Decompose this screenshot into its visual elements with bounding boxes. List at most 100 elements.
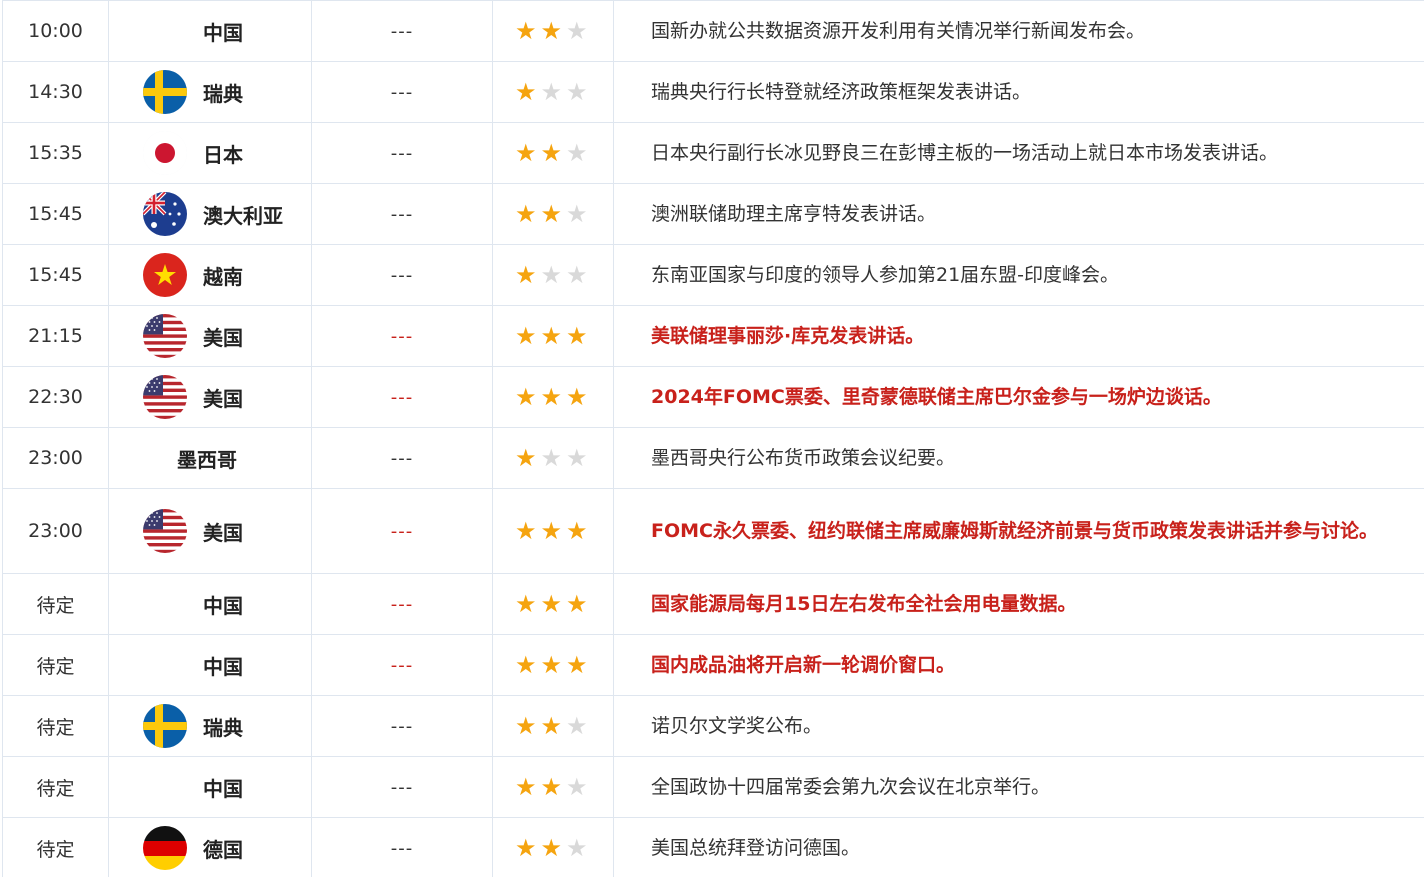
event-cell: 美国总统拜登访问德国。 <box>613 817 1424 877</box>
star-icon: ★ <box>540 834 563 862</box>
star-icon: ★ <box>515 773 537 801</box>
sweden-flag-icon <box>143 70 187 114</box>
event-country: 美国 <box>108 488 312 574</box>
event-country: 墨西哥 <box>108 427 312 489</box>
importance-rating: ★ ★ ★ <box>492 756 614 818</box>
star-icon: ★ <box>540 17 563 45</box>
event-time: 待定 <box>2 573 109 635</box>
star-icon: ★ <box>540 651 563 679</box>
star-icon: ★ <box>566 773 588 801</box>
event-time: 15:35 <box>2 122 109 184</box>
importance-rating: ★ ★ ★ <box>492 0 614 62</box>
event-description: 2024年FOMC票委、里奇蒙德联储主席巴尔金参与一场炉边谈话。 <box>651 386 1222 408</box>
event-country: 中国 <box>108 634 312 696</box>
star-icon: ★ <box>515 590 537 618</box>
importance-rating: ★ ★ ★ <box>492 427 614 489</box>
event-cell: 日本央行副行长冰见野良三在彭博主板的一场活动上就日本市场发表讲话。 <box>613 122 1424 184</box>
table-row: 待定 中国 --- ★ ★ ★ 全国政协十四届常委会第九次会议在北京举行。 <box>2 756 1424 818</box>
event-description: 诺贝尔文学奖公布。 <box>651 715 823 737</box>
importance-rating: ★ ★ ★ <box>492 305 614 367</box>
germany-flag-icon <box>143 826 187 870</box>
country-name: 美国 <box>203 520 243 545</box>
table-row: 21:15 美国 --- ★ ★ ★ 美联储理事丽莎·库克发表讲话。 <box>2 305 1424 367</box>
event-cell: 国内成品油将开启新一轮调价窗口。 <box>613 634 1424 696</box>
country-name: 瑞典 <box>203 81 243 106</box>
star-icon: ★ <box>540 78 563 106</box>
country-name: 中国 <box>203 776 243 801</box>
event-time: 23:00 <box>2 427 109 489</box>
event-cell: 美联储理事丽莎·库克发表讲话。 <box>613 305 1424 367</box>
importance-rating: ★ ★ ★ <box>492 122 614 184</box>
event-description: 国新办就公共数据资源开发利用有关情况举行新闻发布会。 <box>651 20 1146 42</box>
table-row: 待定 德国 --- ★ ★ ★ 美国总统拜登访问德国。 <box>2 817 1424 877</box>
event-actual-cell: --- <box>311 183 493 245</box>
star-icon: ★ <box>566 383 588 411</box>
country-name: 墨西哥 <box>177 447 237 472</box>
event-cell: 墨西哥央行公布货币政策会议纪要。 <box>613 427 1424 489</box>
table-row: 15:45 澳大利亚 --- ★ ★ ★ 澳洲联储助理主席亨特发表讲话。 <box>2 183 1424 245</box>
event-actual-cell: --- <box>311 695 493 757</box>
flag-placeholder <box>143 643 187 687</box>
country-name: 日本 <box>203 142 243 167</box>
star-icon: ★ <box>540 712 563 740</box>
event-time: 待定 <box>2 756 109 818</box>
table-row: 15:45 越南 --- ★ ★ ★ 东南亚国家与印度的领导人参加第21届东盟-印度峰会。 <box>2 244 1424 306</box>
star-icon: ★ <box>515 712 537 740</box>
event-time: 10:00 <box>2 0 109 62</box>
country-name: 美国 <box>203 325 243 350</box>
event-actual-cell: --- <box>311 488 493 574</box>
japan-flag-icon <box>143 131 187 175</box>
country-name: 澳大利亚 <box>203 203 283 228</box>
event-cell: 诺贝尔文学奖公布。 <box>613 695 1424 757</box>
economic-calendar: 10:00 中国 --- ★ ★ ★ 国新办就公共数据资源开发利用有关情况举行新闻发布会。 1… <box>0 0 1424 877</box>
event-cell: 国家能源局每月15日左右发布全社会用电量数据。 <box>613 573 1424 635</box>
event-actual-cell: --- <box>311 0 493 62</box>
event-country: 中国 <box>108 573 312 635</box>
actual-value: --- <box>390 521 414 542</box>
flag-placeholder <box>143 765 187 809</box>
table-row: 待定 中国 --- ★ ★ ★ 国内成品油将开启新一轮调价窗口。 <box>2 634 1424 696</box>
star-icon: ★ <box>515 651 537 679</box>
country-name: 瑞典 <box>203 715 243 740</box>
event-country: 美国 <box>108 305 312 367</box>
event-actual-cell: --- <box>311 122 493 184</box>
event-time: 15:45 <box>2 244 109 306</box>
importance-rating: ★ ★ ★ <box>492 634 614 696</box>
country-name: 越南 <box>203 264 243 289</box>
table-row: 23:00 墨西哥 --- ★ ★ ★ 墨西哥央行公布货币政策会议纪要。 <box>2 427 1424 489</box>
event-cell: FOMC永久票委、纽约联储主席威廉姆斯就经济前景与货币政策发表讲话并参与讨论。 <box>613 488 1424 574</box>
star-icon: ★ <box>566 78 588 106</box>
event-country: 瑞典 <box>108 61 312 123</box>
event-time: 15:45 <box>2 183 109 245</box>
event-description: 国家能源局每月15日左右发布全社会用电量数据。 <box>651 593 1077 615</box>
importance-rating: ★ ★ ★ <box>492 244 614 306</box>
importance-rating: ★ ★ ★ <box>492 488 614 574</box>
event-country: 中国 <box>108 756 312 818</box>
flag-placeholder <box>143 9 187 53</box>
actual-value: --- <box>390 265 414 286</box>
importance-rating: ★ ★ ★ <box>492 183 614 245</box>
star-icon: ★ <box>566 200 588 228</box>
event-description: FOMC永久票委、纽约联储主席威廉姆斯就经济前景与货币政策发表讲话并参与讨论。 <box>651 520 1378 542</box>
event-description: 日本央行副行长冰见野良三在彭博主板的一场活动上就日本市场发表讲话。 <box>651 142 1279 164</box>
star-icon: ★ <box>566 517 588 545</box>
event-country: 澳大利亚 <box>108 183 312 245</box>
event-description: 美国总统拜登访问德国。 <box>651 837 861 859</box>
event-actual-cell: --- <box>311 244 493 306</box>
importance-rating: ★ ★ ★ <box>492 366 614 428</box>
event-country: 瑞典 <box>108 695 312 757</box>
actual-value: --- <box>390 655 414 676</box>
actual-value: --- <box>390 21 414 42</box>
table-row: 22:30 美国 --- ★ ★ ★ 2024年FOMC票委、里奇蒙德联储主席巴尔金参与一场… <box>2 366 1424 428</box>
event-country: 中国 <box>108 0 312 62</box>
actual-value: --- <box>390 838 414 859</box>
event-description: 瑞典央行行长特登就经济政策框架发表讲话。 <box>651 81 1032 103</box>
star-icon: ★ <box>566 139 588 167</box>
event-time: 23:00 <box>2 488 109 574</box>
star-icon: ★ <box>515 444 537 472</box>
importance-rating: ★ ★ ★ <box>492 817 614 877</box>
event-time: 待定 <box>2 695 109 757</box>
star-icon: ★ <box>566 261 588 289</box>
event-description: 东南亚国家与印度的领导人参加第21届东盟-印度峰会。 <box>651 264 1120 286</box>
table-row: 10:00 中国 --- ★ ★ ★ 国新办就公共数据资源开发利用有关情况举行新闻发布会。 <box>2 0 1424 62</box>
